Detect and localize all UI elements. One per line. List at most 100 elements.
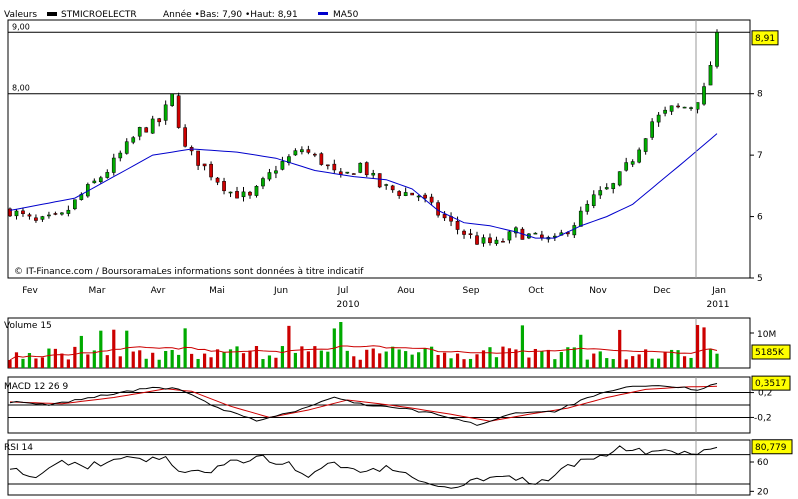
candle-body (176, 95, 181, 128)
candle-body (66, 209, 71, 214)
x-tick-label: Aou (397, 286, 414, 296)
rsi-last-value: 80,779 (755, 443, 787, 453)
volume-bar (79, 335, 83, 368)
candle-body (611, 183, 616, 189)
candle-body (137, 127, 142, 137)
volume-title: Volume 15 (4, 321, 52, 331)
candle-body (202, 163, 207, 167)
volume-bar (468, 358, 473, 368)
candle-body (468, 233, 473, 235)
candle-body (533, 232, 538, 235)
volume-bar (449, 358, 453, 368)
candle-body (481, 237, 486, 244)
volume-bar (27, 353, 32, 368)
candle-body (235, 191, 239, 199)
volume-bar (624, 359, 628, 368)
volume-bar (507, 348, 512, 368)
volume-bar (196, 358, 200, 368)
volume-bar (287, 325, 291, 368)
volume-bar (267, 355, 272, 368)
candle-body (475, 235, 479, 245)
volume-bar (631, 356, 635, 368)
candle-body (47, 214, 51, 217)
volume-bar (410, 354, 414, 368)
volume-bar (488, 347, 492, 368)
candle-body (410, 192, 414, 196)
volume-bar (170, 349, 174, 368)
candle-body (429, 196, 434, 203)
volume-bar (397, 349, 401, 368)
volume-bar (391, 346, 395, 368)
ma50-swatch (318, 12, 328, 15)
candle-body (222, 181, 226, 192)
candle-body (215, 177, 220, 183)
volume-bar (73, 346, 77, 368)
candle-body (332, 163, 337, 171)
volume-bar (598, 351, 602, 368)
candle-body (300, 149, 304, 153)
candle-body (669, 105, 674, 112)
price-hline-label: 8,00 (12, 84, 30, 93)
candle-body (131, 137, 136, 143)
candle-body (377, 173, 382, 188)
price-hline-label: 9,00 (12, 22, 30, 31)
candle-body (124, 141, 129, 154)
candle-body (209, 163, 213, 178)
volume-bar (559, 351, 563, 368)
volume-bar (118, 356, 122, 368)
volume-bar (21, 358, 25, 368)
volume-bar (442, 352, 447, 368)
volume-bar (261, 359, 265, 368)
candle-body (501, 240, 505, 243)
candle-body (617, 171, 622, 186)
volume-bar (455, 353, 460, 368)
volume-bar (306, 351, 310, 368)
candle-body (157, 118, 162, 123)
candle-body (462, 230, 466, 235)
volume-bar (682, 356, 687, 368)
candle-body (345, 171, 350, 174)
candle-body (540, 234, 544, 238)
candle-body (689, 107, 693, 109)
volume-bar (708, 348, 713, 368)
macd-title: MACD 12 26 9 (4, 382, 68, 392)
volume-bar (151, 352, 155, 368)
candle-body (92, 180, 97, 184)
candle-body (73, 199, 77, 210)
candle-body (715, 32, 719, 67)
volume-bar (462, 359, 466, 368)
x-tick-label: Jun (273, 286, 288, 296)
volume-bar (60, 353, 64, 368)
x-tick-label: Dec (653, 286, 670, 296)
candle-body (656, 114, 661, 123)
volume-bar (86, 354, 90, 368)
candle-body (105, 172, 110, 178)
volume-bar (436, 354, 440, 368)
macd-last-value: 0,3517 (755, 379, 787, 389)
volume-bar (566, 347, 570, 368)
candle-body (261, 178, 265, 187)
volume-bar (689, 357, 693, 368)
volume-bar (177, 354, 181, 368)
volume-bar (365, 349, 369, 368)
year-label: 2011 (707, 300, 730, 310)
volume-bar (112, 329, 116, 368)
volume-bar (274, 357, 278, 368)
candle-body (21, 210, 25, 215)
candle-body (384, 184, 389, 186)
x-tick-label: Jan (711, 286, 726, 296)
volume-bar (611, 359, 615, 368)
candle-body (371, 172, 376, 176)
x-tick-label: Oct (528, 286, 544, 296)
candle-body (585, 203, 590, 212)
volume-bar (8, 359, 12, 368)
volume-bar (125, 330, 129, 368)
rsi-y-tick-label: 20 (757, 487, 769, 497)
candle-body (14, 210, 19, 217)
volume-bar (404, 351, 408, 368)
candle-body (98, 177, 103, 183)
candle-body (643, 138, 648, 152)
candle-body (494, 239, 499, 244)
x-tick-label: Mai (209, 286, 225, 296)
volume-bar (657, 358, 661, 368)
